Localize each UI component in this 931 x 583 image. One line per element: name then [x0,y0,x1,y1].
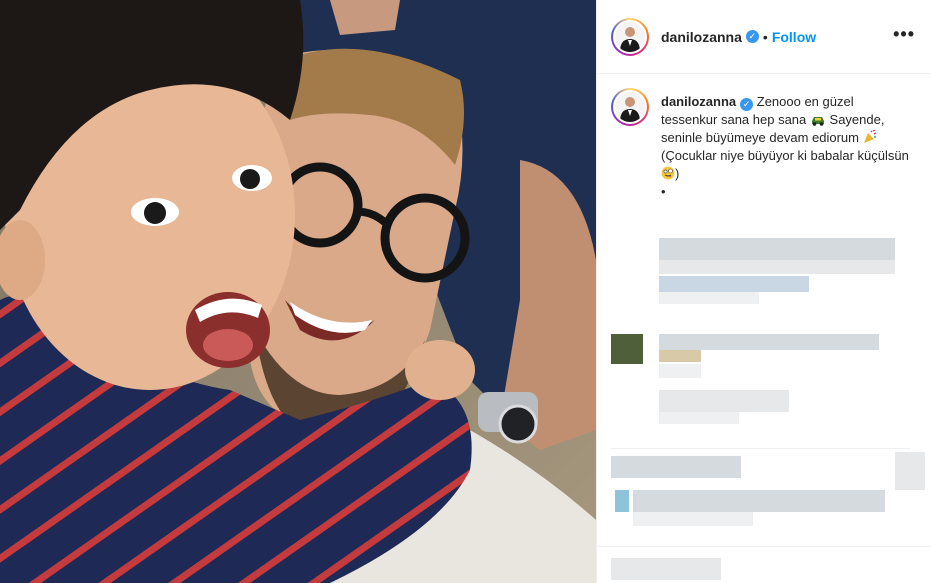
censored-block [895,452,925,490]
post-photo[interactable] [0,0,596,583]
censored-avatar [611,334,643,364]
censored-block [611,558,721,580]
header-separator: • [762,28,768,45]
censored-block [659,334,879,350]
censored-block [615,490,629,512]
censored-block [659,276,809,292]
caption-line-3-end: ) [675,166,680,181]
post-header: danilozanna ✓ • Follow ••• [597,0,931,74]
censored-block [633,490,885,512]
more-options-icon[interactable]: ••• [893,25,915,45]
avatar-image [615,92,645,122]
header-username[interactable]: danilozanna [661,29,742,45]
verified-badge-icon: ✓ [740,98,754,111]
censored-block [611,456,741,478]
censored-block [659,350,701,362]
caption-line-4: • [661,184,666,199]
car-emoji-icon [811,117,824,126]
censored-block [633,512,753,526]
censored-divider [611,448,911,449]
censored-block [659,390,789,412]
censored-block [659,292,759,304]
caption-username[interactable]: danilozanna [661,94,736,109]
post-caption: danilozanna ✓ Zenooo en güzel tessenkur s… [597,74,931,201]
instagram-post: danilozanna ✓ • Follow ••• danilozanna ✓… [0,0,931,583]
caption-text: danilozanna ✓ Zenooo en güzel tessenkur s… [661,93,911,201]
caption-avatar[interactable] [611,88,649,126]
censored-block [659,260,895,274]
follow-button[interactable]: Follow [772,29,816,45]
caption-line-3: (Çocuklar niye büyüyor ki babalar küçüls… [661,148,909,163]
crazy-face-emoji-icon [661,166,675,180]
censored-block [659,238,895,260]
verified-badge-icon: ✓ [745,30,759,43]
censored-divider [597,546,931,547]
party-popper-emoji-icon [863,130,876,143]
post-side-panel: danilozanna ✓ • Follow ••• danilozanna ✓… [596,0,931,583]
censored-block [659,412,739,424]
censored-block [659,364,701,378]
avatar-image [615,21,645,52]
selfie-image [0,0,596,583]
header-avatar[interactable] [611,17,649,56]
